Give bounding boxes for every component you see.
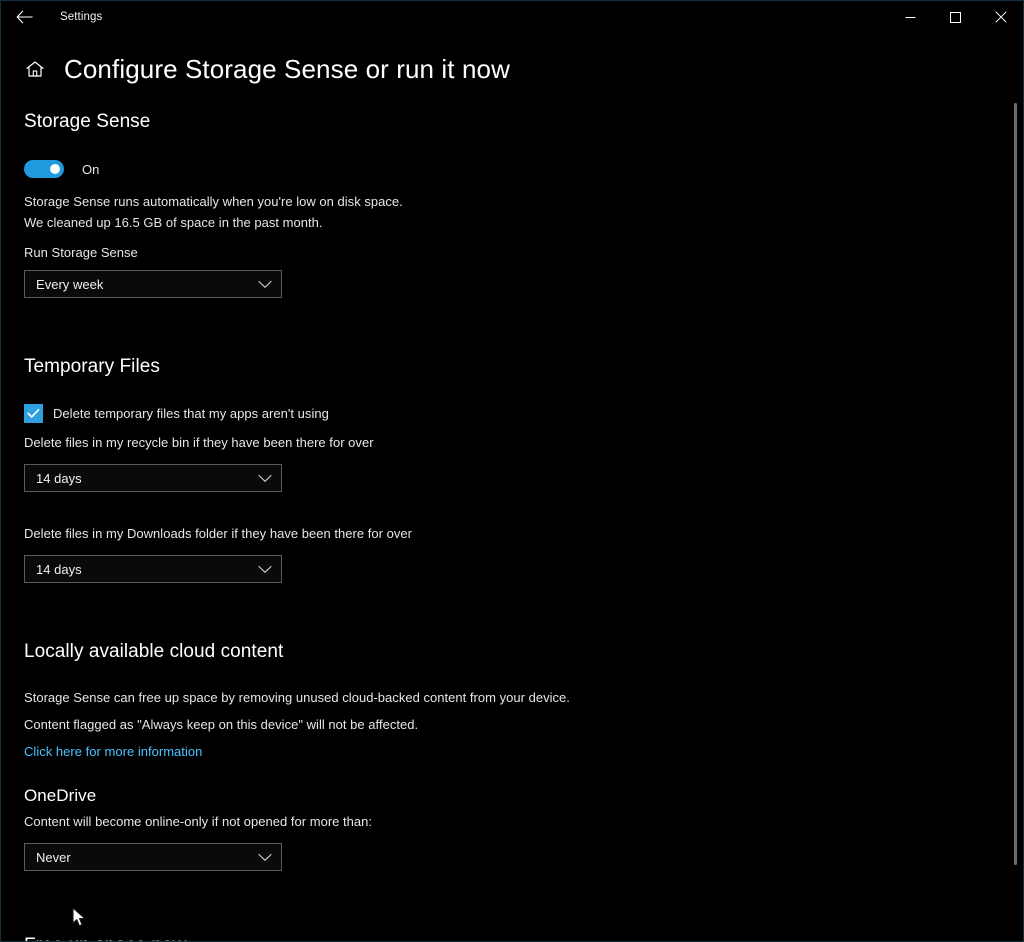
delete-temp-files-label: Delete temporary files that my apps aren… <box>53 406 329 421</box>
free-up-space-header: Free up space now <box>24 935 983 941</box>
cloud-content-header: Locally available cloud content <box>24 641 284 662</box>
run-storage-sense-dropdown[interactable]: Every week <box>24 270 282 298</box>
delete-temp-files-row: Delete temporary files that my apps aren… <box>24 404 983 423</box>
chevron-down-icon <box>258 280 272 289</box>
minimize-button[interactable] <box>888 1 933 33</box>
chevron-down-icon <box>258 565 272 574</box>
app-title: Settings <box>60 11 103 23</box>
recycle-bin-label: Delete files in my recycle bin if they h… <box>24 435 374 450</box>
chevron-down-icon <box>258 474 272 483</box>
window-controls <box>888 1 1023 33</box>
minimize-icon <box>905 12 916 23</box>
run-storage-sense-value: Every week <box>36 276 104 292</box>
vertical-scrollbar[interactable] <box>1014 101 1017 939</box>
back-arrow-icon <box>16 10 33 24</box>
onedrive-header: OneDrive <box>24 786 97 805</box>
temporary-files-header: Temporary Files <box>24 356 160 377</box>
recycle-bin-value: 14 days <box>36 470 82 486</box>
settings-window: Settings Configure Storage Sense or run … <box>0 0 1024 942</box>
storage-sense-description: Storage Sense runs automatically when yo… <box>24 194 403 230</box>
scrollbar-thumb[interactable] <box>1014 103 1017 865</box>
recycle-bin-dropdown[interactable]: 14 days <box>24 464 282 492</box>
page-header: Configure Storage Sense or run it now <box>1 51 1023 87</box>
run-storage-sense-label: Run Storage Sense <box>24 245 138 260</box>
chevron-down-icon <box>258 853 272 862</box>
downloads-folder-value: 14 days <box>36 561 82 577</box>
cloud-content-description-1: Storage Sense can free up space by remov… <box>24 690 570 705</box>
close-button[interactable] <box>978 1 1023 33</box>
maximize-icon <box>950 11 961 23</box>
home-icon[interactable] <box>24 58 46 80</box>
page-title: Configure Storage Sense or run it now <box>64 53 510 84</box>
cloud-content-description-2: Content flagged as "Always keep on this … <box>24 717 419 732</box>
title-bar: Settings <box>1 1 1023 33</box>
settings-content: Storage Sense On Storage Sense runs auto… <box>1 87 1023 941</box>
onedrive-label: Content will become online-only if not o… <box>24 814 373 829</box>
onedrive-dropdown[interactable]: Never <box>24 843 282 871</box>
maximize-button[interactable] <box>933 1 978 33</box>
more-information-link[interactable]: Click here for more information <box>24 744 202 759</box>
onedrive-value: Never <box>36 849 71 865</box>
storage-sense-toggle-label: On <box>82 161 100 177</box>
back-button[interactable] <box>1 1 47 33</box>
storage-sense-header: Storage Sense <box>24 111 151 132</box>
toggle-knob <box>50 164 60 174</box>
close-icon <box>994 11 1007 23</box>
storage-sense-toggle[interactable] <box>24 160 64 178</box>
downloads-folder-label: Delete files in my Downloads folder if t… <box>24 526 412 541</box>
storage-sense-toggle-row: On <box>24 159 983 179</box>
downloads-folder-dropdown[interactable]: 14 days <box>24 555 282 583</box>
delete-temp-files-checkbox[interactable] <box>24 404 43 423</box>
